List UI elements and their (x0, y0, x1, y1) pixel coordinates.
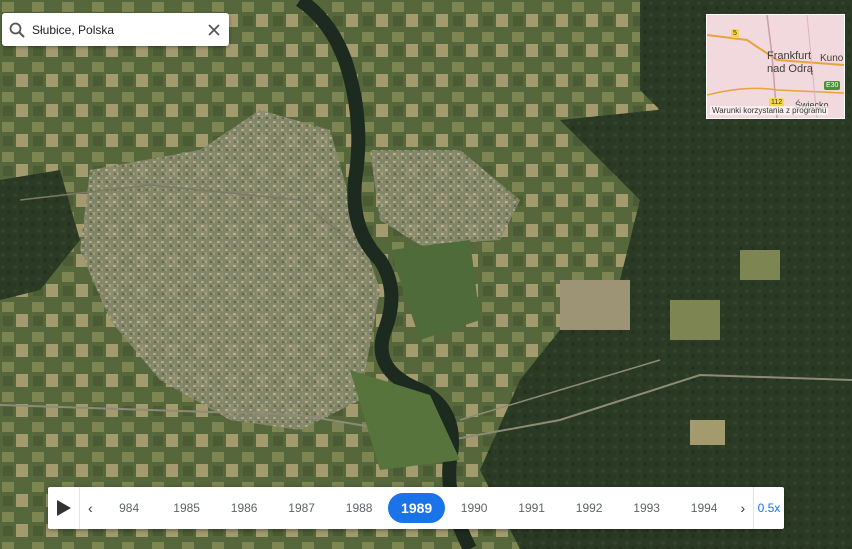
clearing (670, 300, 720, 340)
year-item[interactable]: 1994 (675, 501, 733, 515)
timeline-bar: ‹ 984 1985 1986 1987 1988 1989 1990 1991… (48, 487, 784, 529)
year-item[interactable]: 1986 (215, 501, 273, 515)
chevron-right-icon[interactable]: › (733, 500, 753, 516)
road-shield-e30: E30 (824, 81, 841, 90)
city-label-2: nad Odrą (767, 63, 813, 75)
town-label: Kuno (820, 53, 844, 64)
play-icon (56, 500, 71, 516)
year-item[interactable]: 1988 (330, 501, 388, 515)
search-input[interactable]: Słubice, Polska (32, 23, 199, 37)
search-box[interactable]: Słubice, Polska (2, 13, 229, 46)
year-item[interactable]: 1991 (503, 501, 561, 515)
chevron-left-icon[interactable]: ‹ (80, 500, 100, 516)
year-item[interactable]: 1985 (158, 501, 216, 515)
clear-icon[interactable] (199, 15, 229, 45)
play-button[interactable] (48, 487, 81, 529)
year-item[interactable]: 984 (100, 501, 158, 515)
minimap[interactable]: 5 Frankfurt nad Odrą Kuno E30 112 Świeck… (706, 14, 845, 119)
search-icon (2, 22, 32, 38)
year-item[interactable]: 1992 (560, 501, 618, 515)
year-item[interactable]: 1990 (445, 501, 503, 515)
clearing (560, 280, 630, 330)
year-item-selected[interactable]: 1989 (387, 493, 446, 523)
road-shield-5: 5 (731, 29, 739, 38)
year-item[interactable]: 1993 (618, 501, 676, 515)
city-label: Frankfurt (767, 50, 812, 62)
clearing (690, 420, 725, 445)
clearing (740, 250, 780, 280)
terms-link[interactable]: Warunki korzystania z programu (710, 106, 829, 115)
speed-button[interactable]: 0.5x (752, 487, 784, 529)
year-list: ‹ 984 1985 1986 1987 1988 1989 1990 1991… (80, 487, 753, 529)
year-item[interactable]: 1987 (273, 501, 331, 515)
